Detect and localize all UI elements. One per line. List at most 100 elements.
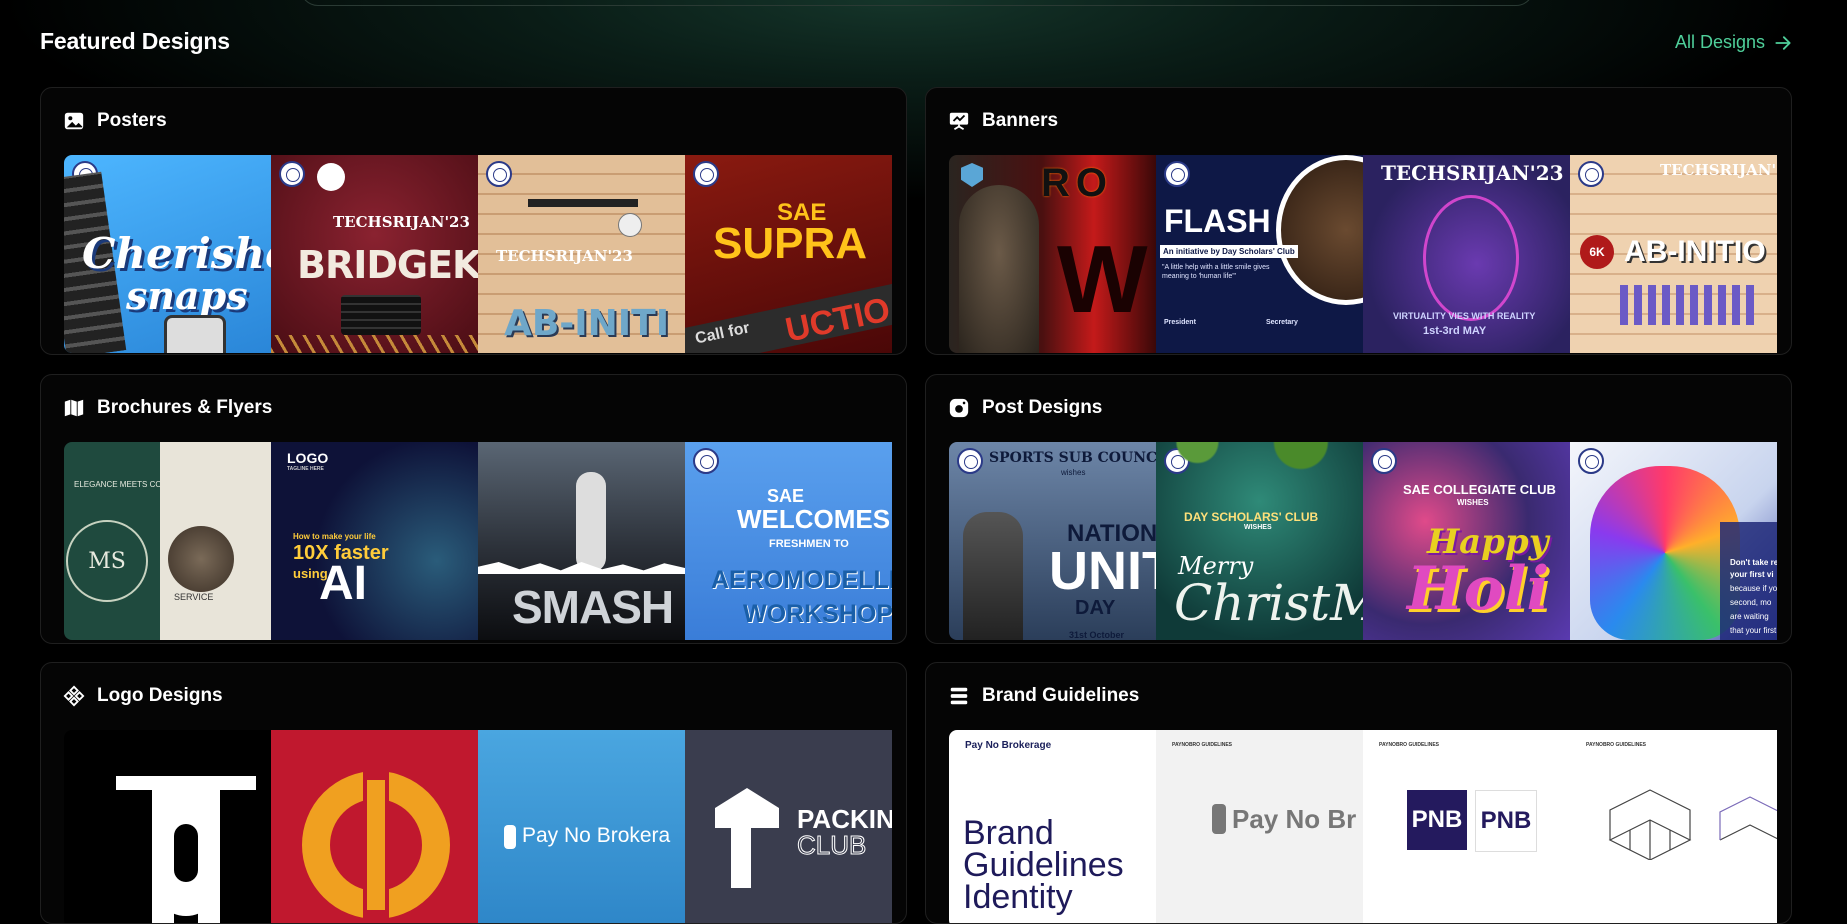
brand-logo-dark: PNB bbox=[1407, 790, 1467, 850]
prize-badge: 6K bbox=[1580, 235, 1614, 269]
building-illustration bbox=[1608, 789, 1777, 860]
college-seal-icon bbox=[1371, 448, 1397, 474]
card-banners[interactable]: Banners RO W FLASH An initiative by Day … bbox=[925, 87, 1792, 355]
all-designs-label: All Designs bbox=[1674, 32, 1765, 52]
post-date: 31st October bbox=[1069, 630, 1125, 640]
college-seal-icon bbox=[957, 448, 983, 474]
design-thumbnail[interactable]: SAE COLLEGIATE CLUB WISHES Happy Holi bbox=[1363, 442, 1570, 640]
brochure-big-text: AI bbox=[319, 557, 367, 610]
package-logo-graphic bbox=[715, 788, 779, 888]
brochure-logo: LOGO bbox=[287, 450, 329, 466]
design-thumbnail[interactable]: LOGO TAGLINE HERE How to make your life … bbox=[271, 442, 478, 640]
brand-header: PAYNOBRO GUIDELINES bbox=[1586, 742, 1647, 748]
college-seal-icon bbox=[279, 161, 305, 187]
instagram-icon bbox=[948, 397, 970, 419]
banner-credit: Secretary bbox=[1266, 319, 1298, 326]
monogram-logo: MS bbox=[66, 520, 148, 602]
layers-icon bbox=[948, 685, 970, 707]
banner-letter: W bbox=[1057, 226, 1148, 333]
vr-ring-graphic bbox=[1423, 195, 1519, 321]
all-designs-link[interactable]: All Designs bbox=[1675, 32, 1793, 53]
design-thumbnail[interactable]: DAY SCHOLARS' CLUB WISHES Merry ChristMA bbox=[1156, 442, 1363, 640]
soldier-graphic bbox=[959, 185, 1039, 353]
card-logo-designs[interactable]: Logo Designs Pay No Brokera PACKIN CLUB bbox=[40, 662, 907, 924]
college-seal-icon bbox=[693, 161, 719, 187]
design-thumbnail[interactable]: ELEGANCE MEETS COMFORT MS SERVICE bbox=[64, 442, 271, 640]
card-header-banners: Banners bbox=[948, 110, 1058, 132]
design-thumbnail[interactable]: TECHSRIJAN'23 AB-INITI bbox=[478, 155, 685, 353]
ring-logo-graphic bbox=[302, 770, 450, 920]
camera-graphic bbox=[164, 315, 226, 353]
brochure-subhead: FRESHMEN TO bbox=[769, 538, 849, 550]
post-quote-line: Don't take rest bbox=[1730, 558, 1777, 567]
brand-header: Pay No Brokerage bbox=[965, 740, 1052, 751]
brand-header: PAYNOBRO GUIDELINES bbox=[1172, 742, 1233, 748]
brand-logo-light: PNB bbox=[1475, 790, 1537, 852]
card-header-brand: Brand Guidelines bbox=[948, 685, 1139, 707]
design-thumbnail[interactable]: TECHSRIJAN'23 BRIDGEKRIT bbox=[271, 155, 478, 353]
card-header-posters: Posters bbox=[63, 110, 167, 132]
brochure-section: SERVICE bbox=[174, 592, 214, 602]
thumbnail-strip: RO W FLASH An initiative by Day Scholars… bbox=[949, 155, 1791, 353]
stack-graphic bbox=[341, 295, 421, 335]
event-brand: TECHSRIJAN'23 bbox=[333, 213, 470, 231]
team-shield-icon bbox=[961, 163, 983, 187]
design-thumbnail[interactable]: PAYNOBRO GUIDELINES PNB PNB bbox=[1363, 730, 1570, 923]
banner-quote: "A little help with a little smile gives… bbox=[1162, 264, 1270, 280]
portrait-graphic bbox=[1276, 155, 1363, 305]
post-quote-line: are waiting bbox=[1730, 612, 1769, 621]
logo-wordmark-2: CLUB bbox=[796, 830, 867, 861]
brochure-title: AEROMODELLING bbox=[711, 566, 892, 594]
poster-subline: snaps bbox=[126, 273, 248, 318]
card-title: Brochures & Flyers bbox=[97, 397, 273, 418]
design-thumbnail[interactable]: SAE WELCOMES FRESHMEN TO AEROMODELLING W… bbox=[685, 442, 892, 640]
design-thumbnail[interactable]: RO W bbox=[949, 155, 1156, 353]
design-thumbnail[interactable] bbox=[64, 730, 271, 923]
design-thumbnail[interactable]: Cherishe snaps bbox=[64, 155, 271, 353]
event-brand: TECHSRIJAN'23 bbox=[1660, 161, 1777, 179]
batter-graphic bbox=[576, 472, 606, 572]
brochure-logo-tagline: TAGLINE HERE bbox=[287, 466, 324, 472]
search-bar[interactable] bbox=[300, 0, 1534, 6]
design-thumbnail[interactable]: PACKIN CLUB bbox=[685, 730, 892, 923]
post-headline: ChristMA bbox=[1174, 574, 1363, 632]
bridge-graphic bbox=[271, 335, 478, 353]
card-post-designs[interactable]: Post Designs SPORTS SUB COUNCIL wishes N… bbox=[925, 374, 1792, 644]
poster-headline: SUPRA bbox=[713, 219, 868, 268]
design-thumbnail[interactable]: PAYNOBRO GUIDELINES Pay No Br bbox=[1156, 730, 1363, 923]
card-posters[interactable]: Posters Cherishe snaps TECHSRIJAN'23 BRI… bbox=[40, 87, 907, 355]
design-thumbnail[interactable]: FLASH An initiative by Day Scholars' Clu… bbox=[1156, 155, 1363, 353]
design-thumbnail[interactable] bbox=[271, 730, 478, 923]
design-thumbnail[interactable]: PAYNOBRO GUIDELINES bbox=[1570, 730, 1777, 923]
design-thumbnail[interactable]: TECHSRIJAN'23 6K AB-INITIO bbox=[1570, 155, 1777, 353]
diamond-icon bbox=[63, 685, 85, 707]
thumbnail-strip: SPORTS SUB COUNCIL wishes NATIONA UNIT D… bbox=[949, 442, 1791, 640]
thumbnail-strip: ELEGANCE MEETS COMFORT MS SERVICE LOGO T… bbox=[64, 442, 906, 640]
room-photo bbox=[168, 526, 234, 592]
design-thumbnail[interactable]: TECHSRIJAN'23 VIRTUALITY VIES WITH REALI… bbox=[1363, 155, 1570, 353]
event-brand: TECHSRIJAN'23 bbox=[1381, 161, 1564, 185]
poster-headline: BRIDGEKRIT bbox=[297, 243, 478, 287]
college-seal-icon bbox=[693, 448, 719, 474]
design-thumbnail[interactable]: Pay No Brokera bbox=[478, 730, 685, 923]
banner-tagline: An initiative by Day Scholars' Club bbox=[1160, 245, 1298, 258]
card-title: Brand Guidelines bbox=[982, 685, 1140, 706]
card-brochures[interactable]: Brochures & Flyers ELEGANCE MEETS COMFOR… bbox=[40, 374, 907, 644]
card-title: Banners bbox=[982, 110, 1059, 131]
brochure-title-2: WORKSHOP bbox=[743, 600, 892, 628]
thumbnail-strip: Pay No Brokerage Brand Guidelines Identi… bbox=[949, 730, 1791, 923]
banner-headline: AB-INITIO bbox=[1624, 235, 1766, 268]
card-brand-guidelines[interactable]: Brand Guidelines Pay No Brokerage Brand … bbox=[925, 662, 1792, 924]
torn-edge bbox=[478, 562, 685, 574]
thumbnail-strip: Pay No Brokera PACKIN CLUB bbox=[64, 730, 906, 923]
card-title: Logo Designs bbox=[97, 685, 223, 706]
track-graphic bbox=[528, 199, 638, 207]
design-thumbnail[interactable]: Don't take rest your first vi because if… bbox=[1570, 442, 1777, 640]
design-thumbnail[interactable]: Pay No Brokerage Brand Guidelines Identi… bbox=[949, 730, 1156, 923]
brochure-headline: SMASH bbox=[512, 581, 674, 633]
banner-date: 1st-3rd MAY bbox=[1423, 325, 1487, 337]
design-thumbnail[interactable]: SAE SUPRA Call for UCTIO bbox=[685, 155, 892, 353]
design-thumbnail[interactable]: SMASH bbox=[478, 442, 685, 640]
card-title: Post Designs bbox=[982, 397, 1103, 418]
design-thumbnail[interactable]: SPORTS SUB COUNCIL wishes NATIONA UNIT D… bbox=[949, 442, 1156, 640]
